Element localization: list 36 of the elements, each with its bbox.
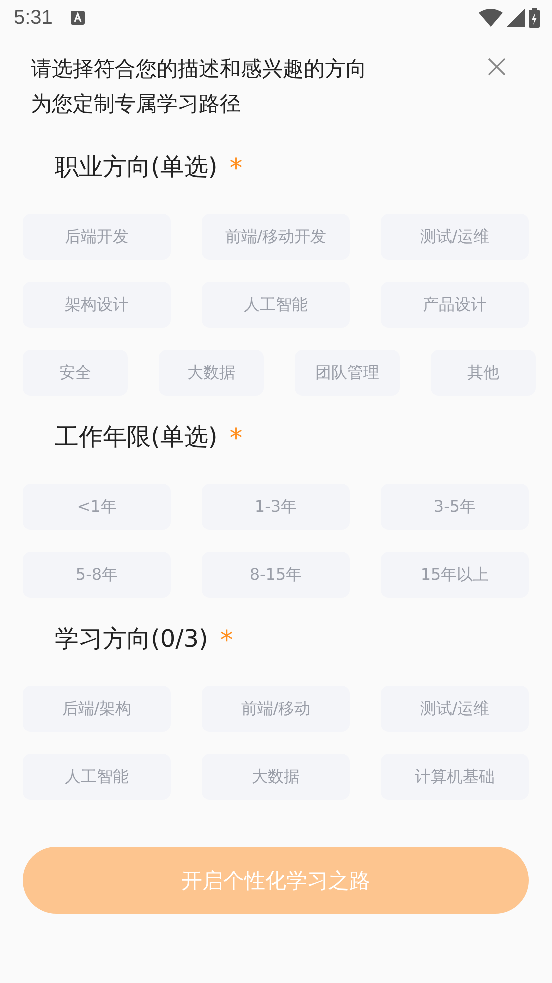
section-title: 职业方向(单选) <box>55 152 218 183</box>
required-mark: * <box>220 626 234 656</box>
keyboard-a-icon <box>70 11 85 25</box>
option-chip[interactable]: 8-15年 <box>202 552 350 598</box>
option-chip[interactable]: 后端/架构 <box>23 686 171 732</box>
signal-icon <box>507 9 525 27</box>
option-chip[interactable]: 团队管理 <box>295 350 400 396</box>
option-chip[interactable]: <1年 <box>23 484 171 530</box>
option-chip[interactable]: 后端开发 <box>23 214 171 260</box>
wifi-icon <box>479 9 503 27</box>
option-chip[interactable]: 人工智能 <box>23 754 171 800</box>
required-mark: * <box>230 154 243 184</box>
option-chip[interactable]: 前端/移动 <box>202 686 350 732</box>
battery-icon <box>529 8 540 28</box>
option-chip[interactable]: 架构设计 <box>23 282 171 328</box>
option-chip[interactable]: 大数据 <box>202 754 350 800</box>
option-chip[interactable]: 1-3年 <box>202 484 350 530</box>
section-title: 工作年限(单选) <box>55 422 218 453</box>
close-icon <box>488 58 506 76</box>
option-chip[interactable]: 5-8年 <box>23 552 171 598</box>
option-chip[interactable]: 大数据 <box>159 350 264 396</box>
option-chip[interactable]: 测试/运维 <box>381 686 529 732</box>
option-chip[interactable]: 计算机基础 <box>381 754 529 800</box>
required-mark: * <box>230 424 243 454</box>
option-chip[interactable]: 测试/运维 <box>381 214 529 260</box>
option-chip[interactable]: 3-5年 <box>381 484 529 530</box>
option-chip[interactable]: 其他 <box>431 350 536 396</box>
option-chip[interactable]: 前端/移动开发 <box>202 214 350 260</box>
header-text: 请选择符合您的描述和感兴趣的方向 <box>31 56 368 83</box>
option-chip[interactable]: 人工智能 <box>202 282 350 328</box>
option-chip[interactable]: 产品设计 <box>381 282 529 328</box>
header-text: 为您定制专属学习路径 <box>31 91 242 118</box>
option-chip[interactable]: 安全 <box>23 350 128 396</box>
section-title: 学习方向(0/3) <box>55 624 208 655</box>
status-time: 5:31 <box>14 6 53 30</box>
option-chip[interactable]: 15年以上 <box>381 552 529 598</box>
